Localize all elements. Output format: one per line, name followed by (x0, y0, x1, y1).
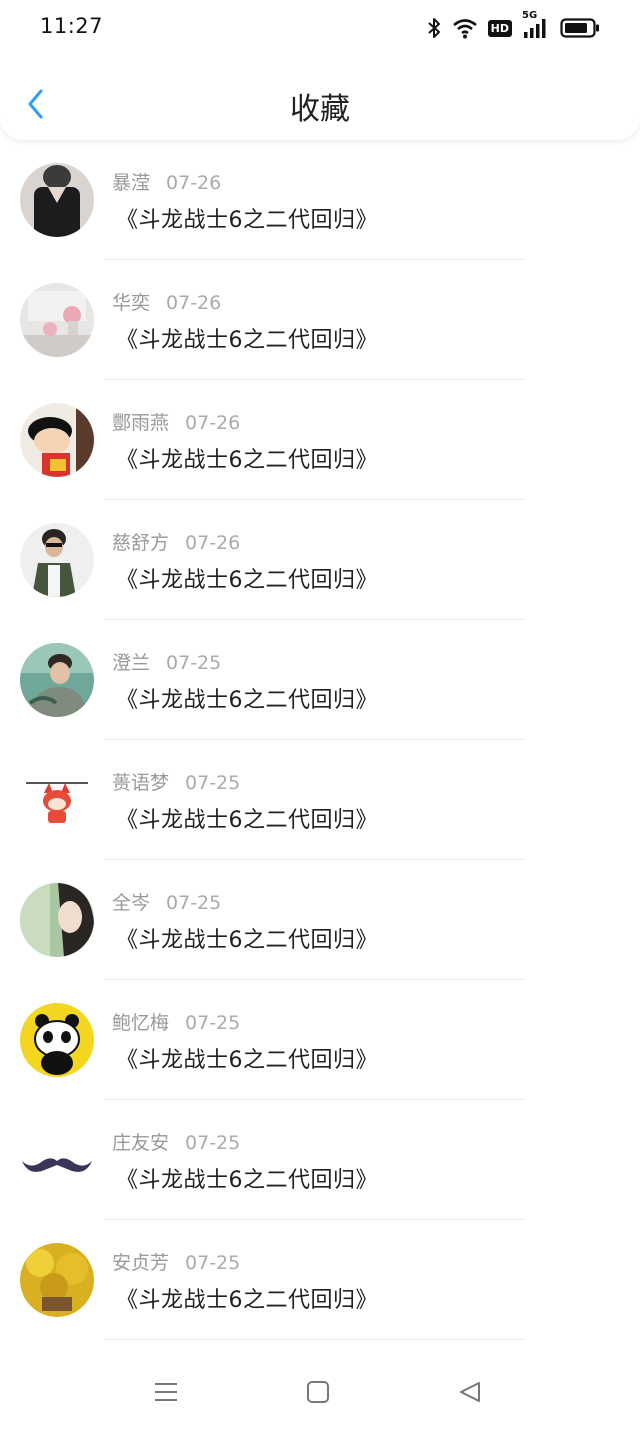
item-content: 《斗龙战士6之二代回归》 (116, 568, 378, 593)
item-content: 《斗龙战士6之二代回归》 (116, 928, 378, 953)
author-name: 暴滢 (112, 172, 151, 194)
item-meta: 鲍忆梅 07-25 (112, 1008, 240, 1035)
item-meta: 全岑 07-25 (112, 888, 221, 915)
item-meta: 蒉语梦 07-25 (112, 768, 240, 795)
list-item[interactable]: 安贞芳 07-25 《斗龙战士6之二代回归》 (0, 1220, 640, 1340)
item-content: 《斗龙战士6之二代回归》 (116, 328, 378, 353)
item-date: 07-25 (185, 772, 241, 794)
status-icons: HD 5G (426, 10, 600, 42)
list-item[interactable]: 庄友安 07-25 《斗龙战士6之二代回归》 (0, 1100, 640, 1220)
item-date: 07-25 (185, 1252, 241, 1274)
list-item[interactable]: 蒉语梦 07-25 《斗龙战士6之二代回归》 (0, 740, 640, 860)
home-square-icon (307, 1381, 329, 1403)
author-name: 慈舒方 (112, 532, 170, 554)
item-content: 《斗龙战士6之二代回归》 (116, 808, 378, 833)
item-date: 07-25 (185, 1012, 241, 1034)
author-name: 酆雨燕 (112, 412, 170, 434)
item-meta: 安贞芳 07-25 (112, 1248, 240, 1275)
item-date: 07-25 (166, 652, 222, 674)
item-meta: 庄友安 07-25 (112, 1128, 240, 1155)
author-name: 全岑 (112, 892, 151, 914)
item-meta: 慈舒方 07-26 (112, 528, 240, 555)
item-content: 《斗龙战士6之二代回归》 (116, 448, 378, 473)
item-date: 07-25 (185, 1132, 241, 1154)
avatar[interactable] (20, 763, 94, 837)
list-item[interactable]: 暴滢 07-26 《斗龙战士6之二代回归》 (0, 140, 640, 260)
avatar[interactable] (20, 1003, 94, 1077)
item-date: 07-26 (185, 412, 241, 434)
hd-badge: HD (487, 19, 512, 37)
item-meta: 华奕 07-26 (112, 288, 221, 315)
avatar[interactable] (20, 1243, 94, 1317)
item-content: 《斗龙战士6之二代回归》 (116, 208, 378, 233)
wifi-icon (452, 17, 478, 39)
avatar[interactable] (20, 1123, 94, 1197)
avatar[interactable] (20, 523, 94, 597)
author-name: 蒉语梦 (112, 772, 170, 794)
list-item[interactable]: 澄兰 07-25 《斗龙战士6之二代回归》 (0, 620, 640, 740)
bluetooth-icon (426, 17, 442, 39)
item-meta: 澄兰 07-25 (112, 648, 221, 675)
nav-bar: 收藏 (0, 66, 640, 142)
author-name: 庄友安 (112, 1132, 170, 1154)
status-time: 11:27 (40, 14, 104, 38)
list-item[interactable]: 慈舒方 07-26 《斗龙战士6之二代回归》 (0, 500, 640, 620)
item-meta: 酆雨燕 07-26 (112, 408, 240, 435)
item-date: 07-26 (166, 172, 222, 194)
item-content: 《斗龙战士6之二代回归》 (116, 688, 378, 713)
avatar[interactable] (20, 283, 94, 357)
divider (104, 1339, 526, 1340)
item-content: 《斗龙战士6之二代回归》 (116, 1168, 378, 1193)
list-item[interactable]: 酆雨燕 07-26 《斗龙战士6之二代回归》 (0, 380, 640, 500)
author-name: 澄兰 (112, 652, 151, 674)
system-nav-bar (0, 1348, 640, 1433)
item-date: 07-26 (185, 532, 241, 554)
favorites-list: 暴滢 07-26 《斗龙战士6之二代回归》 华奕 07-26 《斗龙战士6之二代回归… (0, 140, 640, 1340)
author-name: 安贞芳 (112, 1252, 170, 1274)
item-meta: 暴滢 07-26 (112, 168, 221, 195)
5g-signal-icon: 5G (522, 10, 550, 40)
home-button[interactable] (296, 1370, 340, 1414)
list-item[interactable]: 鲍忆梅 07-25 《斗龙战士6之二代回归》 (0, 980, 640, 1100)
list-item[interactable]: 全岑 07-25 《斗龙战士6之二代回归》 (0, 860, 640, 980)
menu-button[interactable] (144, 1370, 188, 1414)
avatar[interactable] (20, 163, 94, 237)
header-card: 11:27 HD 5G 收藏 (0, 0, 640, 140)
avatar[interactable] (20, 883, 94, 957)
battery-icon (560, 17, 600, 39)
avatar[interactable] (20, 403, 94, 477)
back-nav-button[interactable] (448, 1370, 492, 1414)
author-name: 华奕 (112, 292, 151, 314)
list-item[interactable]: 华奕 07-26 《斗龙战士6之二代回归》 (0, 260, 640, 380)
back-triangle-icon (460, 1382, 480, 1402)
avatar[interactable] (20, 643, 94, 717)
author-name: 鲍忆梅 (112, 1012, 170, 1034)
item-content: 《斗龙战士6之二代回归》 (116, 1048, 378, 1073)
item-date: 07-25 (166, 892, 222, 914)
status-bar: 11:27 HD 5G (0, 0, 640, 56)
page-title: 收藏 (290, 92, 350, 127)
item-content: 《斗龙战士6之二代回归》 (116, 1288, 378, 1313)
item-date: 07-26 (166, 292, 222, 314)
menu-icon (155, 1383, 177, 1401)
